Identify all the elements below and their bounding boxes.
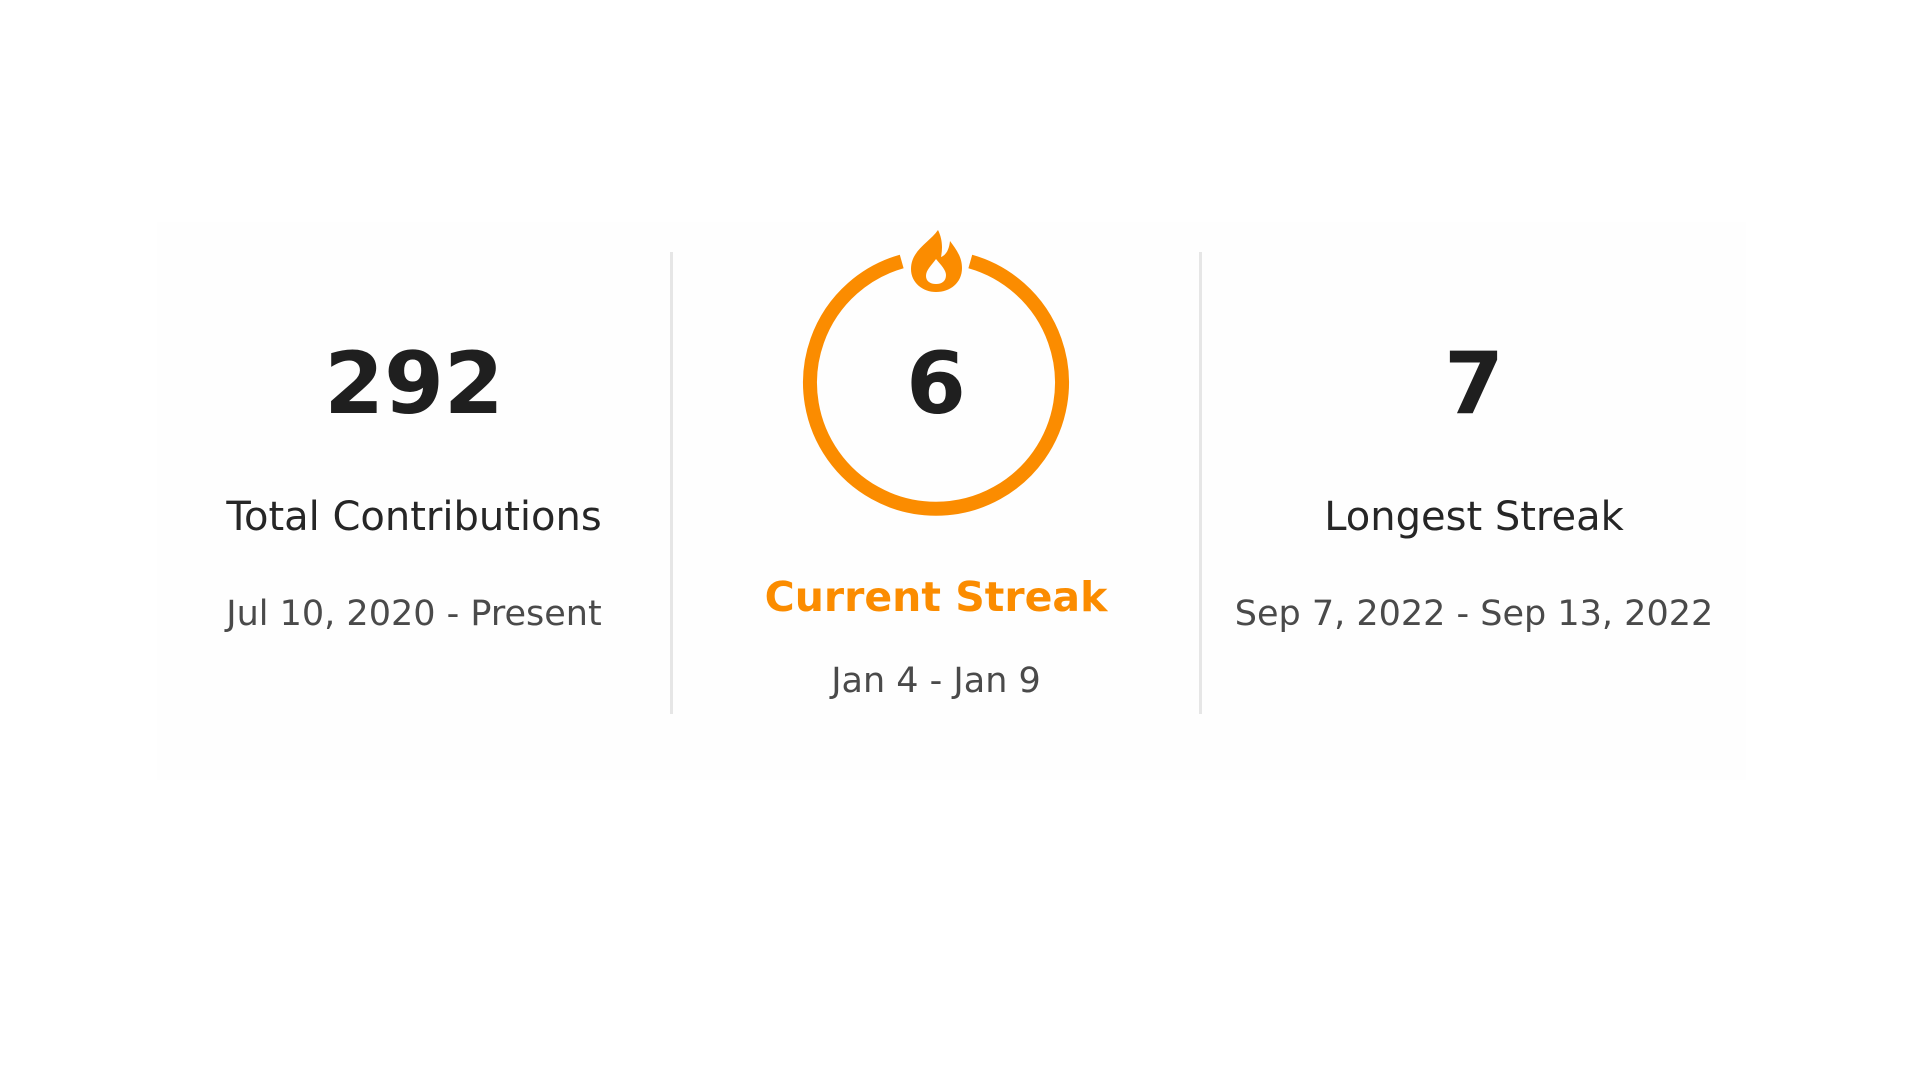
current-streak-value: 6 xyxy=(906,334,966,434)
longest-streak-label: Longest Streak xyxy=(1324,494,1624,540)
current-streak-ring: 6 xyxy=(673,222,1199,542)
total-contributions-value: 292 xyxy=(324,334,504,434)
longest-streak-range: Sep 7, 2022 - Sep 13, 2022 xyxy=(1234,594,1714,634)
divider-right xyxy=(1199,252,1202,714)
fire-icon xyxy=(911,230,962,292)
streak-stats-card: 292 Total Contributions Jul 10, 2020 - P… xyxy=(157,222,1746,780)
longest-streak-value: 7 xyxy=(1444,334,1504,434)
streak-stats-page: 292 Total Contributions Jul 10, 2020 - P… xyxy=(0,0,1920,1080)
total-contributions-label: Total Contributions xyxy=(226,494,602,540)
current-streak-label: Current Streak xyxy=(764,573,1108,621)
current-streak-range: Jan 4 - Jan 9 xyxy=(831,661,1041,701)
total-contributions-range: Jul 10, 2020 - Present xyxy=(226,594,602,634)
